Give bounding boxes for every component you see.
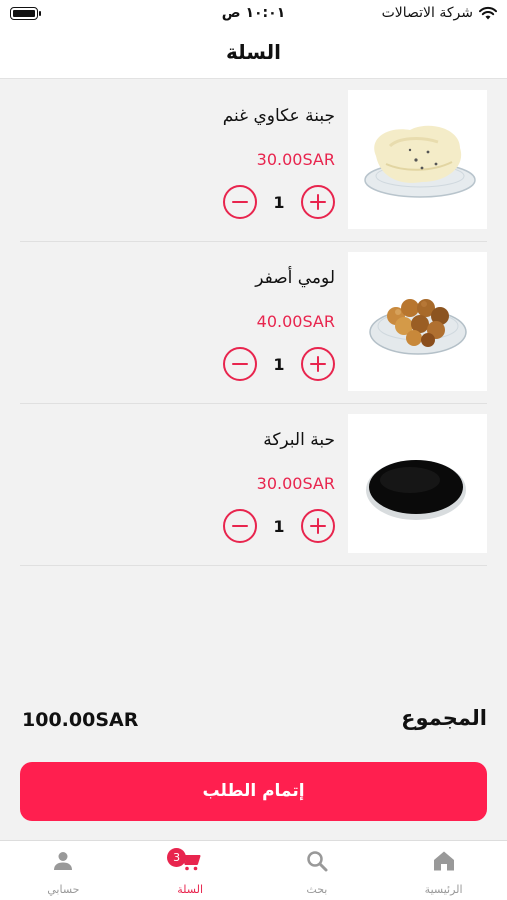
tab-label: حسابي [47, 883, 80, 896]
tab-label: السلة [177, 883, 203, 896]
increase-quantity-button[interactable] [301, 347, 335, 381]
product-image-black-seeds[interactable] [348, 414, 487, 553]
quantity-stepper: 1 [223, 347, 335, 381]
product-name: لومي أصفر [255, 268, 335, 288]
page-title: السلة [225, 40, 281, 64]
status-bar: ١٠:٠١ ص شركة الاتصالات [0, 0, 507, 28]
product-name: جبنة عكاوي غنم [222, 106, 335, 126]
total-value: 100.00SAR [22, 709, 139, 731]
decrease-quantity-button[interactable] [223, 509, 257, 543]
tab-home[interactable]: الرئيسية [380, 841, 507, 900]
decrease-quantity-button[interactable] [223, 185, 257, 219]
decrease-quantity-button[interactable] [223, 347, 257, 381]
product-price: 30.00SAR [256, 150, 335, 169]
quantity-value: 1 [273, 516, 285, 536]
user-icon [51, 849, 75, 873]
wifi-icon [479, 6, 497, 20]
tab-bar: حسابي 3 السلة بحث الرئيسية [0, 840, 507, 900]
cart-item: حبة البركة 30.00SAR 1 [20, 404, 487, 566]
checkout-button[interactable]: إتمام الطلب [20, 762, 487, 821]
carrier-label: شركة الاتصالات [381, 5, 473, 21]
tab-search[interactable]: بحث [254, 841, 381, 900]
quantity-stepper: 1 [223, 509, 335, 543]
cart-count-badge: 3 [167, 848, 187, 867]
cart-item: لومي أصفر 40.00SAR 1 [20, 242, 487, 404]
quantity-value: 1 [273, 354, 285, 374]
product-image-dried-lemons[interactable] [348, 252, 487, 391]
tab-label: بحث [306, 883, 328, 896]
status-carrier: شركة الاتصالات [382, 5, 497, 21]
product-price: 30.00SAR [256, 474, 335, 493]
product-image-akawi-cheese[interactable] [348, 90, 487, 229]
quantity-value: 1 [273, 192, 285, 212]
search-icon [305, 849, 329, 873]
tab-account[interactable]: حسابي [0, 841, 127, 900]
product-price: 40.00SAR [256, 312, 335, 331]
home-icon [432, 849, 456, 873]
nav-bar: السلة [0, 28, 507, 79]
cart-list: جبنة عكاوي غنم 30.00SAR 1 لومي أصفر 40.0… [20, 80, 487, 566]
quantity-stepper: 1 [223, 185, 335, 219]
total-row: المجموع 100.00SAR [20, 700, 487, 740]
tab-label: الرئيسية [424, 883, 463, 896]
cart-item: جبنة عكاوي غنم 30.00SAR 1 [20, 80, 487, 242]
product-name: حبة البركة [263, 430, 335, 450]
tab-cart[interactable]: 3 السلة [127, 841, 254, 900]
total-label: المجموع [401, 706, 487, 730]
increase-quantity-button[interactable] [301, 509, 335, 543]
increase-quantity-button[interactable] [301, 185, 335, 219]
